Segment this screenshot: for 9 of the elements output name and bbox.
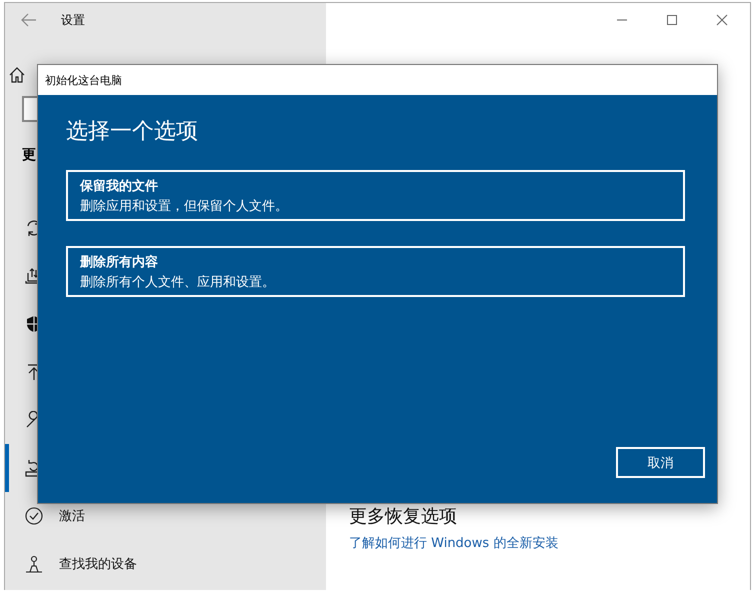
option-description: 删除所有个人文件、应用和设置。 (80, 274, 276, 290)
option-title: 保留我的文件 (80, 178, 159, 194)
section-heading: 更 (22, 146, 37, 165)
window-title: 设置 (61, 12, 85, 28)
dialog-title: 初始化这台电脑 (38, 65, 717, 95)
section-heading: 更多恢复选项 (349, 505, 458, 528)
option-title: 删除所有内容 (80, 254, 159, 270)
dialog-heading: 选择一个选项 (66, 118, 199, 146)
option-description: 删除应用和设置，但保留个人文件。 (80, 198, 289, 214)
